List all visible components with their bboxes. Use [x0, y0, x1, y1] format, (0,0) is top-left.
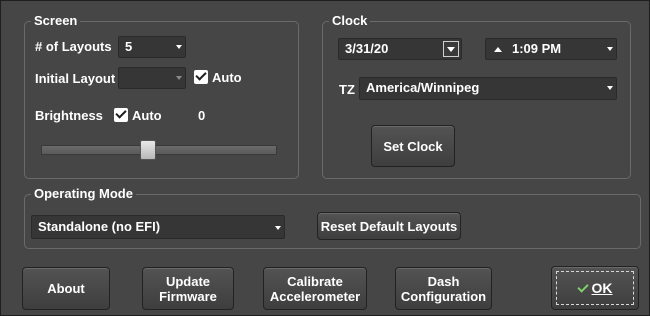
time-value: 1:09 PM: [512, 41, 562, 56]
initial-layout-label: Initial Layout: [35, 71, 116, 86]
reset-default-layouts-button[interactable]: Reset Default Layouts: [317, 212, 461, 240]
brightness-auto-checkbox[interactable]: [114, 107, 128, 122]
check-icon: [115, 107, 127, 119]
tz-label: TZ: [339, 82, 355, 97]
date-value: 3/31/20: [345, 41, 389, 56]
time-spin-up-icon[interactable]: [494, 47, 502, 52]
date-picker[interactable]: 3/31/20: [338, 38, 462, 60]
screen-group-title: Screen: [31, 13, 81, 29]
operating-mode-select[interactable]: Standalone (no EFI): [31, 215, 285, 239]
layouts-select[interactable]: 5: [118, 36, 186, 58]
chevron-down-icon: [447, 47, 455, 52]
ok-content: OK: [576, 279, 613, 296]
time-picker[interactable]: 1:09 PM: [485, 38, 617, 60]
chevron-down-icon: [176, 45, 182, 49]
calibrate-accelerometer-label: Calibrate Accelerometer: [269, 273, 361, 304]
layouts-select-value: 5: [125, 39, 133, 54]
update-firmware-button[interactable]: Update Firmware: [142, 267, 234, 310]
chevron-down-icon: [607, 47, 613, 51]
calendar-dropdown-button[interactable]: [443, 41, 459, 57]
operating-mode-value: Standalone (no EFI): [38, 219, 161, 234]
initial-layout-select[interactable]: [118, 67, 186, 89]
chevron-down-icon: [607, 86, 613, 90]
clock-group-title: Clock: [329, 13, 371, 29]
ok-button[interactable]: OK: [551, 266, 639, 310]
operating-mode-title: Operating Mode: [31, 186, 136, 202]
timezone-value: America/Winnipeg: [366, 80, 480, 95]
dash-configuration-label: Dash Configuration: [400, 273, 487, 304]
brightness-slider-thumb[interactable]: [140, 140, 156, 160]
initial-layout-auto-label: Auto: [212, 70, 242, 85]
check-icon: [195, 69, 207, 81]
brightness-auto-label: Auto: [132, 108, 162, 123]
timezone-select[interactable]: America/Winnipeg: [359, 77, 617, 100]
brightness-slider-track[interactable]: [41, 145, 277, 155]
ok-label: OK: [591, 279, 613, 296]
checkmark-icon: [576, 280, 589, 293]
chevron-down-icon: [176, 76, 182, 80]
set-clock-label: Set Clock: [383, 138, 443, 154]
update-firmware-label: Update Firmware: [159, 273, 217, 304]
calibrate-accelerometer-button[interactable]: Calibrate Accelerometer: [263, 267, 367, 310]
reset-default-layouts-label: Reset Default Layouts: [320, 218, 458, 234]
settings-dialog: Screen # of Layouts 5 Initial Layout Aut…: [0, 0, 650, 316]
layouts-label: # of Layouts: [35, 39, 112, 54]
chevron-down-icon: [275, 226, 281, 230]
dash-configuration-button[interactable]: Dash Configuration: [395, 267, 492, 310]
brightness-value: 0: [198, 108, 206, 123]
about-button[interactable]: About: [22, 267, 110, 310]
set-clock-button[interactable]: Set Clock: [371, 125, 455, 167]
brightness-label: Brightness: [35, 108, 103, 123]
initial-layout-auto-checkbox[interactable]: [194, 69, 208, 84]
about-label: About: [47, 281, 85, 296]
